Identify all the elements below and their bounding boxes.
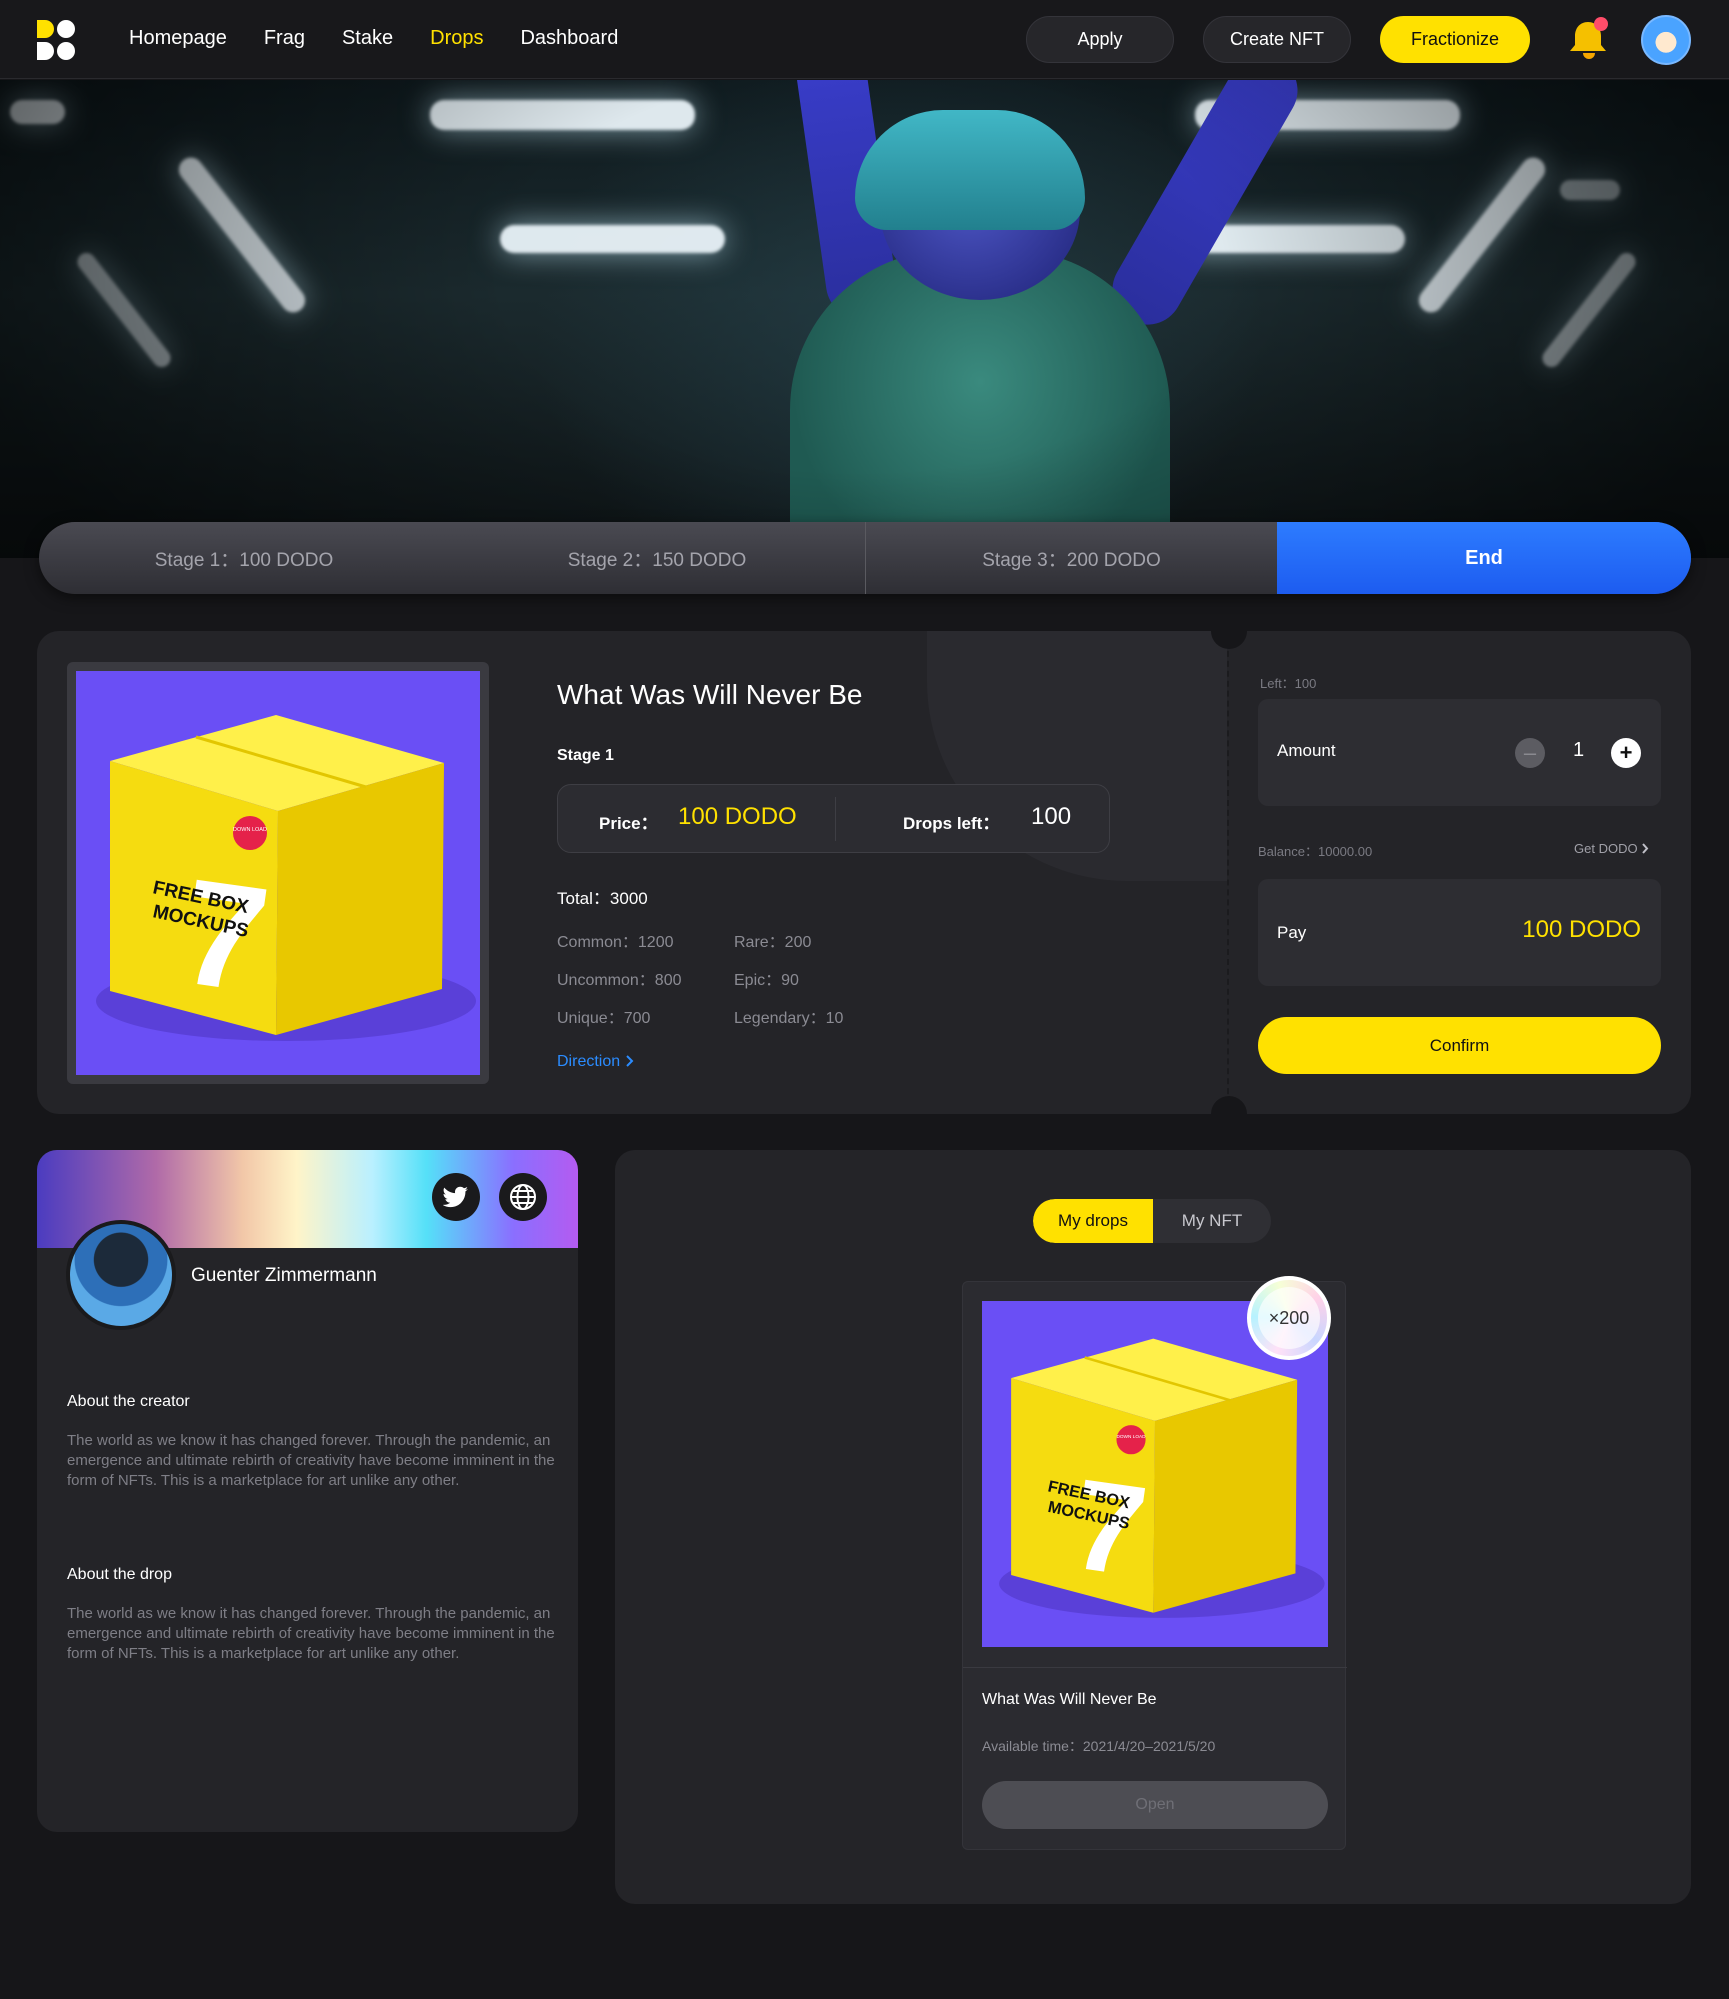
my-drops-panel: My drops My NFT DOWN LOAD 7 FREE BOX MOC… xyxy=(615,1150,1691,1904)
chevron-right-icon xyxy=(1642,843,1649,854)
svg-text:DOWN LOAD: DOWN LOAD xyxy=(233,827,267,833)
price-value: 100 DODO xyxy=(678,803,797,830)
rarity-legendary: Legendary：10 xyxy=(734,1010,844,1027)
about-drop-title: About the drop xyxy=(67,1566,172,1583)
get-dodo-link[interactable]: Get DODO xyxy=(1574,841,1649,856)
nft-title: What Was Will Never Be xyxy=(982,1691,1157,1708)
price-box: Price： 100 DODO Drops left： 100 xyxy=(557,784,1110,853)
quantity-badge-label: ×200 xyxy=(1258,1287,1320,1349)
nav-frag[interactable]: Frag xyxy=(264,27,305,50)
nft-available-time: Available time：2021/4/20–2021/5/20 xyxy=(982,1738,1216,1754)
nav-drops[interactable]: Drops xyxy=(430,27,483,50)
drops-left-value: 100 xyxy=(1031,803,1072,830)
hero-banner xyxy=(0,80,1729,558)
creator-name: Guenter Zimmermann xyxy=(191,1265,377,1286)
minus-icon[interactable]: – xyxy=(1515,738,1545,768)
panel-tabs: My drops My NFT xyxy=(1033,1199,1271,1243)
stage-3[interactable]: Stage 3：200 DODO xyxy=(865,522,1277,594)
svg-text:DOWN LOAD: DOWN LOAD xyxy=(1117,1434,1147,1439)
drops-left-label: Drops left： xyxy=(903,814,1000,833)
pay-box: Pay 100 DODO xyxy=(1258,879,1661,986)
globe-icon[interactable] xyxy=(499,1173,547,1221)
stage-1[interactable]: Stage 1：100 DODO xyxy=(39,522,449,594)
creator-avatar[interactable] xyxy=(66,1220,176,1330)
ticket-divider xyxy=(1227,631,1229,1114)
pay-value: 100 DODO xyxy=(1522,916,1641,943)
rarity-common: Common：1200 xyxy=(557,934,674,951)
stage-progress: Stage 1：100 DODO Stage 2：150 DODO Stage … xyxy=(39,522,1691,594)
drop-artwork: DOWN LOAD 7 FREE BOX MOCKUPS xyxy=(67,662,489,1084)
tab-my-nft[interactable]: My NFT xyxy=(1153,1199,1271,1243)
drop-detail-card: DOWN LOAD 7 FREE BOX MOCKUPS What Was Wi… xyxy=(37,631,1691,1114)
creator-card: Guenter Zimmermann About the creator The… xyxy=(37,1150,578,1832)
fractionize-button[interactable]: Fractionize xyxy=(1380,16,1530,63)
nav-links: Homepage Frag Stake Drops Dashboard xyxy=(129,27,618,50)
rarity-uncommon: Uncommon：800 xyxy=(557,972,682,989)
nav-homepage[interactable]: Homepage xyxy=(129,27,227,50)
stage-label: Stage 1 xyxy=(557,747,614,764)
drop-title: What Was Will Never Be xyxy=(557,679,863,710)
chevron-right-icon xyxy=(625,1055,634,1067)
open-button[interactable]: Open xyxy=(982,1781,1328,1829)
about-drop-body: The world as we know it has changed fore… xyxy=(67,1605,555,1662)
price-label: Price： xyxy=(599,814,658,833)
direction-link[interactable]: Direction xyxy=(557,1053,634,1071)
rarity-epic: Epic：90 xyxy=(734,972,799,989)
create-nft-button[interactable]: Create NFT xyxy=(1203,16,1351,63)
apply-button[interactable]: Apply xyxy=(1026,16,1174,63)
box-illustration: DOWN LOAD 7 FREE BOX MOCKUPS xyxy=(76,671,480,1075)
stage-2[interactable]: Stage 2：150 DODO xyxy=(449,522,865,594)
nav-stake[interactable]: Stake xyxy=(342,27,393,50)
rarity-unique: Unique：700 xyxy=(557,1010,651,1027)
left-count: Left：100 xyxy=(1260,676,1317,691)
amount-box: Amount – 1 + xyxy=(1258,699,1661,806)
about-creator-body: The world as we know it has changed fore… xyxy=(67,1432,555,1489)
rarity-rare: Rare：200 xyxy=(734,934,812,951)
user-avatar[interactable] xyxy=(1641,15,1691,65)
nft-card[interactable]: DOWN LOAD 7 FREE BOX MOCKUPS What Was Wi… xyxy=(962,1281,1347,1850)
confirm-button[interactable]: Confirm xyxy=(1258,1017,1661,1074)
top-nav: Homepage Frag Stake Drops Dashboard Appl… xyxy=(0,0,1729,79)
quantity-badge: ×200 xyxy=(1247,1276,1331,1360)
about-creator-title: About the creator xyxy=(67,1393,190,1410)
bell-icon[interactable] xyxy=(1568,16,1612,62)
logo-icon[interactable] xyxy=(37,20,75,60)
plus-icon[interactable]: + xyxy=(1611,738,1641,768)
twitter-icon[interactable] xyxy=(432,1173,480,1221)
pay-label: Pay xyxy=(1277,923,1307,942)
total-count: Total：3000 xyxy=(557,889,648,908)
nav-dashboard[interactable]: Dashboard xyxy=(520,27,618,50)
stage-end[interactable]: End xyxy=(1277,522,1691,594)
amount-label: Amount xyxy=(1277,741,1336,760)
tab-my-drops[interactable]: My drops xyxy=(1033,1199,1153,1243)
amount-value[interactable]: 1 xyxy=(1573,739,1584,762)
balance-text: Balance：10000.00 xyxy=(1258,844,1373,859)
